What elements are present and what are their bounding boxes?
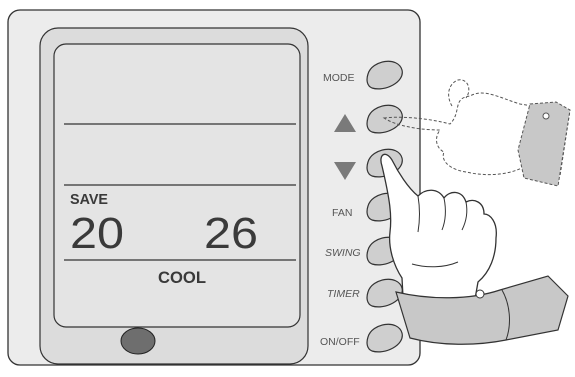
swing-button-label: SWING	[325, 247, 361, 259]
remote-controller-illustration: SAVE 20 26 COOL MODE FAN SWING TIMER ON/…	[7, 9, 571, 366]
onoff-button-label: ON/OFF	[320, 336, 360, 348]
set-temperature: 20	[70, 209, 124, 258]
mode-button-label: MODE	[323, 72, 355, 84]
sensor-dot-icon	[120, 327, 156, 355]
fan-button-label: FAN	[332, 207, 352, 219]
room-temperature: 26	[204, 209, 258, 258]
mode-indicator: COOL	[158, 268, 206, 287]
save-indicator: SAVE	[70, 191, 108, 208]
timer-button-label: TIMER	[327, 288, 360, 300]
